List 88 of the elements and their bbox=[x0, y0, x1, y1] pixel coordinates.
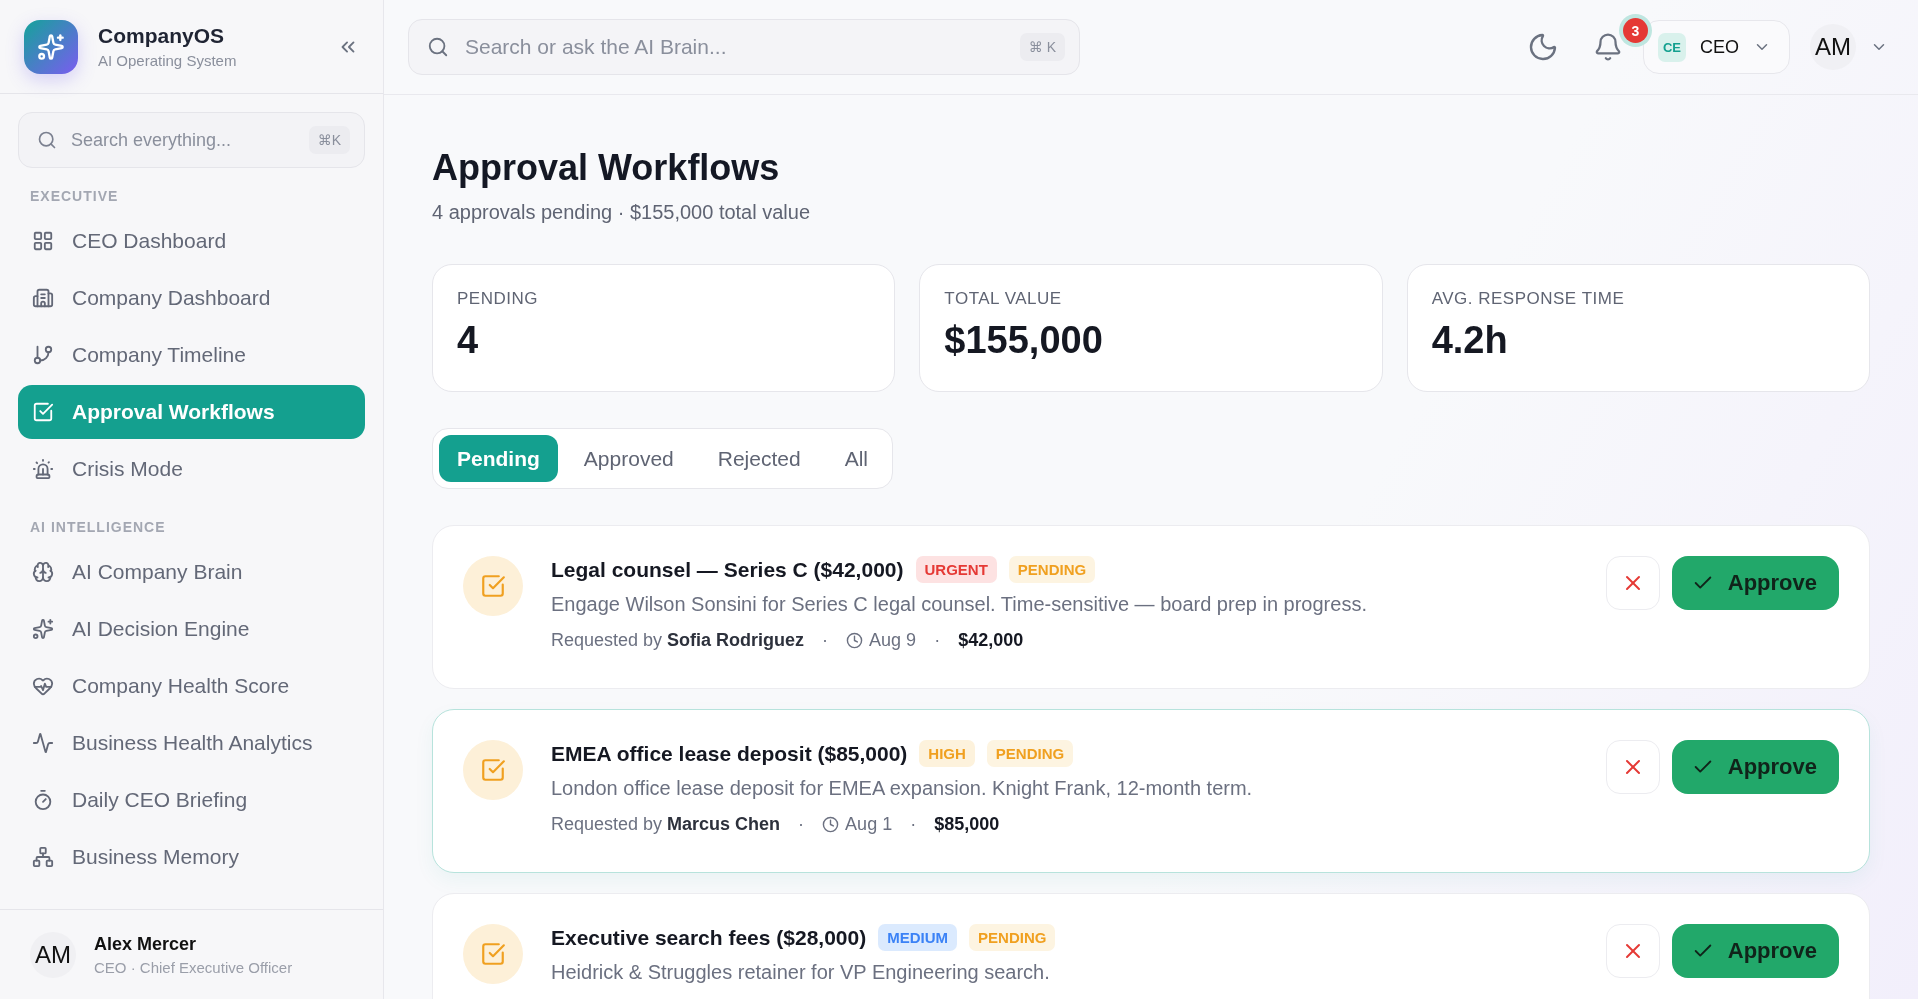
brand-name: CompanyOS bbox=[98, 24, 226, 48]
grid-icon bbox=[32, 230, 54, 252]
approve-button[interactable]: Approve bbox=[1671, 556, 1839, 610]
separator: · bbox=[934, 630, 941, 651]
section-title: AI INTELLIGENCE bbox=[29, 518, 167, 537]
approval-amount: $42,000 bbox=[958, 630, 1024, 651]
search-icon bbox=[37, 130, 57, 150]
account-avatar: AM bbox=[1810, 24, 1856, 70]
approval-amount: $85,000 bbox=[934, 814, 1000, 835]
filter-tab[interactable]: Pending bbox=[439, 435, 558, 482]
separator: · bbox=[910, 814, 917, 835]
nav-item[interactable]: Company Timeline bbox=[18, 328, 365, 382]
nav-item[interactable]: Company Dashboard bbox=[18, 271, 365, 325]
approval-description: London office lease deposit for EMEA expansion. Knight Frank, 12-month term. bbox=[551, 777, 1254, 800]
priority-tag: MEDIUM bbox=[878, 924, 958, 951]
branch-icon bbox=[32, 344, 54, 366]
approval-title: Executive search fees ($28,000) bbox=[551, 925, 867, 950]
checkbox-icon bbox=[463, 924, 523, 984]
global-search-field[interactable]: Search or ask the AI Brain... ⌘ K bbox=[408, 19, 1080, 75]
stat-label: AVG. RESPONSE TIME bbox=[1431, 289, 1626, 309]
user-name: Alex Mercer bbox=[94, 933, 198, 955]
sparkles-icon bbox=[32, 618, 54, 640]
approval-title: EMEA office lease deposit ($85,000) bbox=[551, 741, 908, 766]
heart-pulse-icon bbox=[32, 675, 54, 697]
nav-item[interactable]: Business Health Analytics bbox=[18, 716, 365, 770]
filter-tab[interactable]: All bbox=[826, 435, 886, 482]
clock-icon bbox=[822, 816, 840, 833]
building-icon bbox=[32, 287, 54, 309]
role-selector[interactable]: CE CEO bbox=[1642, 20, 1790, 74]
logo-icon bbox=[24, 19, 78, 74]
stat-value: 4.2h bbox=[1431, 319, 1509, 362]
status-tag: PENDING bbox=[1008, 556, 1096, 583]
checkbox-icon bbox=[32, 401, 54, 423]
priority-tag: HIGH bbox=[919, 740, 975, 767]
approve-button[interactable]: Approve bbox=[1671, 740, 1839, 794]
sidebar-search-input[interactable]: Search everything... bbox=[69, 128, 297, 152]
checkbox-icon bbox=[463, 556, 523, 616]
shortcut-hint: ⌘K bbox=[308, 126, 350, 154]
stat-label: PENDING bbox=[457, 289, 539, 309]
sidebar-search-field[interactable]: Search everything... ⌘K bbox=[18, 112, 365, 168]
page-title: Approval Workflows bbox=[432, 147, 781, 189]
search-icon bbox=[427, 36, 449, 58]
role-label: CEO bbox=[1700, 36, 1739, 58]
page-subtitle: 4 approvals pending · $155,000 total value bbox=[432, 201, 812, 224]
status-tag: PENDING bbox=[969, 924, 1056, 951]
requester-text: Requested by Sofia Rodriguez bbox=[551, 630, 805, 651]
request-date: Aug 9 bbox=[846, 630, 917, 651]
nav-item[interactable]: Business Memory bbox=[18, 830, 365, 884]
approval-description: Engage Wilson Sonsini for Series C legal counsel. Time-sensitive — board prep in progress. bbox=[551, 593, 1368, 616]
nav-item[interactable]: Approval Workflows bbox=[18, 385, 365, 439]
clock-icon bbox=[846, 632, 864, 649]
separator: · bbox=[822, 630, 829, 651]
stat-value: $155,000 bbox=[944, 319, 1104, 362]
reject-button[interactable] bbox=[1605, 924, 1660, 978]
approval-description: Heidrick & Struggles retainer for VP Engineering search. bbox=[551, 961, 1051, 984]
account-menu-button[interactable]: AM bbox=[1810, 24, 1888, 70]
nav-item[interactable]: CEO Dashboard bbox=[18, 214, 365, 268]
hierarchy-icon bbox=[32, 846, 54, 868]
timer-icon bbox=[32, 789, 54, 811]
approve-button[interactable]: Approve bbox=[1671, 924, 1839, 978]
global-search-input[interactable]: Search or ask the AI Brain... bbox=[463, 34, 1006, 60]
separator: · bbox=[798, 814, 805, 835]
role-badge: CE bbox=[1657, 32, 1686, 62]
shortcut-hint: ⌘ K bbox=[1019, 33, 1065, 61]
filter-tab[interactable]: Approved bbox=[565, 435, 692, 482]
pulse-line-icon bbox=[32, 732, 54, 754]
approval-title: Legal counsel — Series C ($42,000) bbox=[551, 557, 904, 582]
status-tag: PENDING bbox=[986, 740, 1074, 767]
nav-item[interactable]: Crisis Mode bbox=[18, 442, 365, 496]
nav-item[interactable]: AI Decision Engine bbox=[18, 602, 365, 656]
user-role: CEO · Chief Executive Officer bbox=[94, 958, 293, 976]
siren-icon bbox=[32, 458, 54, 480]
filter-tab[interactable]: Rejected bbox=[699, 435, 819, 482]
priority-tag: URGENT bbox=[915, 556, 997, 583]
section-title: EXECUTIVE bbox=[29, 187, 120, 206]
reject-button[interactable] bbox=[1605, 740, 1660, 794]
brain-icon bbox=[32, 561, 54, 583]
stat-label: TOTAL VALUE bbox=[944, 289, 1063, 309]
reject-button[interactable] bbox=[1605, 556, 1660, 610]
requester-text: Requested by Marcus Chen bbox=[551, 814, 781, 835]
nav-item[interactable]: Company Health Score bbox=[18, 659, 365, 713]
stat-value: 4 bbox=[457, 319, 480, 362]
brand-tagline: AI Operating System bbox=[98, 52, 238, 69]
user-avatar: AM bbox=[30, 931, 76, 978]
checkbox-icon bbox=[463, 740, 523, 800]
nav-item[interactable]: AI Company Brain bbox=[18, 545, 365, 599]
nav-item[interactable]: Daily CEO Briefing bbox=[18, 773, 365, 827]
request-date: Aug 1 bbox=[822, 814, 893, 835]
